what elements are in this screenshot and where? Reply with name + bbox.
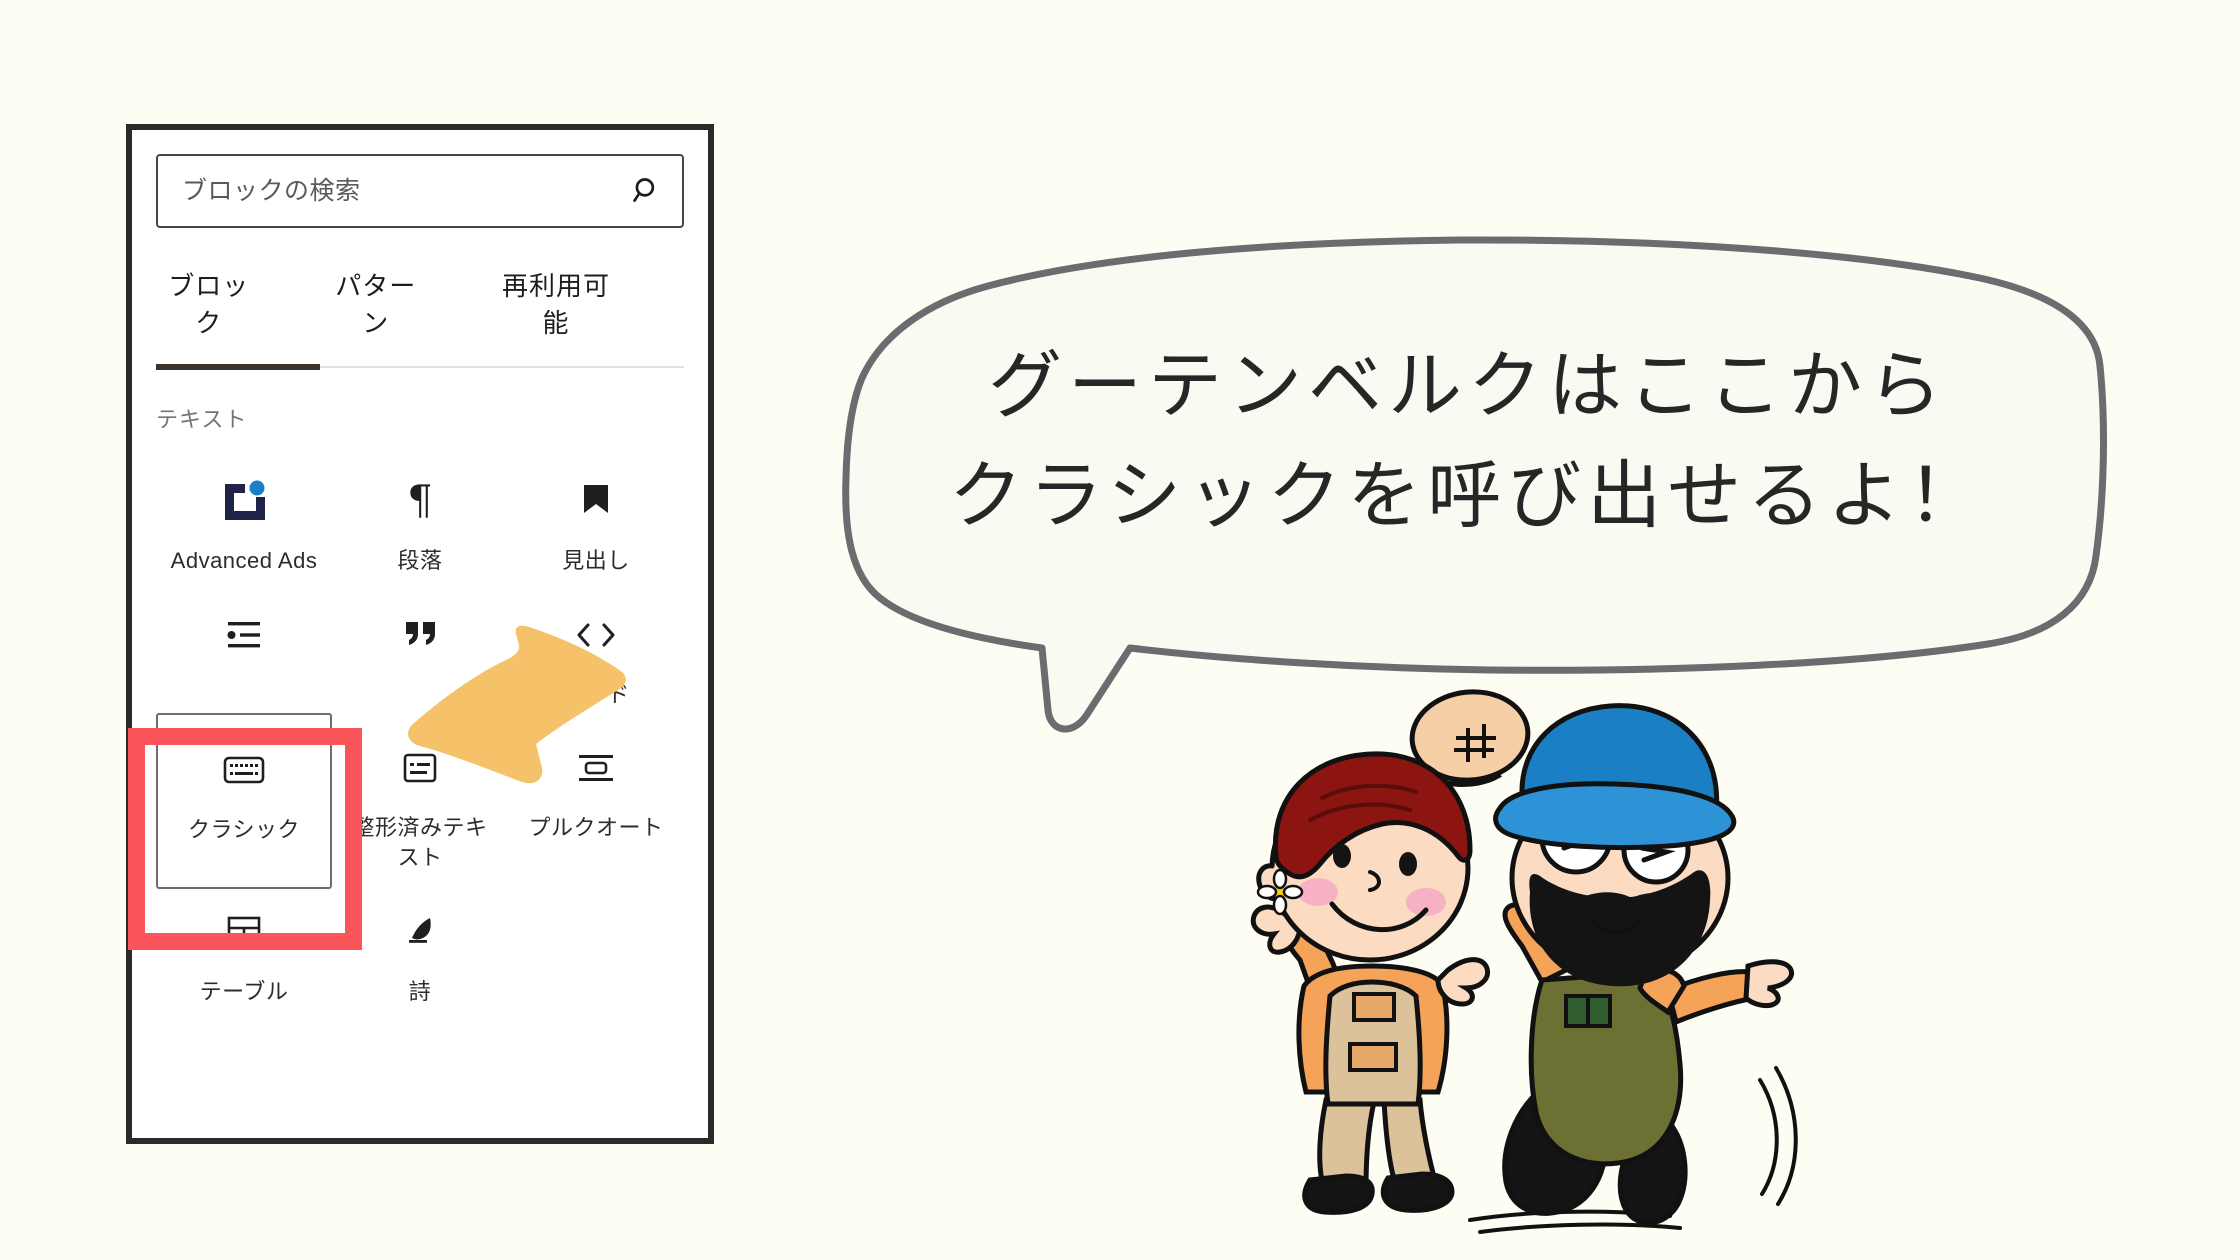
preformatted-icon	[402, 739, 438, 797]
block-item-pullquote[interactable]: プルクオート	[508, 727, 684, 872]
table-icon	[226, 903, 262, 961]
block-label: プルクオート	[528, 815, 664, 841]
block-inserter-panel: ブロック パターン 再利用可能 テキスト	[126, 124, 714, 1144]
inserter-inner: ブロック パターン 再利用可能 テキスト	[132, 154, 708, 1162]
inserter-tabs: ブロック パターン 再利用可能	[156, 260, 684, 366]
search-input[interactable]	[182, 176, 630, 206]
tab-blocks[interactable]: ブロック	[156, 260, 262, 366]
block-label: 段落	[397, 548, 443, 573]
screenshot-root: ブロック パターン 再利用可能 テキスト	[0, 0, 2240, 1260]
pullquote-icon	[576, 739, 616, 797]
category-heading-text: テキスト	[156, 407, 248, 432]
tab-reusable[interactable]: 再利用可能	[490, 260, 622, 366]
tabs-divider	[156, 364, 684, 370]
quote-icon	[400, 606, 440, 664]
girl-character	[1250, 689, 1531, 1215]
verse-leaf-icon	[403, 903, 437, 961]
block-item-paragraph[interactable]: ¶ 段落	[332, 460, 508, 576]
block-item-quote[interactable]: 引用	[332, 594, 508, 710]
svg-text:¶: ¶	[407, 479, 432, 523]
block-item-list[interactable]: リスト	[156, 594, 332, 710]
pilcrow-icon: ¶	[402, 472, 438, 530]
block-item-preformatted[interactable]: 整形済みテキスト	[332, 727, 508, 872]
block-label: 詩	[408, 978, 432, 1004]
block-item-code[interactable]: コード	[508, 594, 684, 710]
tab-patterns[interactable]: パターン	[324, 260, 428, 366]
block-item-advanced-ads[interactable]: Advanced Ads	[156, 460, 332, 576]
speech-bubble-text: グーテンベルクはここから クラシックを呼び出せるよ！	[948, 343, 1988, 539]
block-item-verse[interactable]: 詩	[332, 891, 508, 1007]
block-item-classic[interactable]: クラシック	[156, 713, 332, 889]
code-icon	[575, 606, 617, 664]
block-label: 整形済みテキスト	[352, 815, 488, 871]
search-icon[interactable]	[630, 174, 664, 208]
motion-lines-icon	[1758, 1066, 1798, 1206]
block-item-heading[interactable]: 見出し	[508, 460, 684, 576]
block-item-table[interactable]: テーブル	[156, 891, 332, 1007]
characters-illustration	[1250, 689, 1798, 1234]
block-grid: Advanced Ads ¶ 段落 見出し コード クラシック 整形済みテキスト…	[156, 460, 684, 1006]
heading-bookmark-icon	[579, 472, 613, 530]
man-character	[1493, 703, 1794, 1226]
keyboard-icon	[223, 741, 265, 799]
block-label: Advanced Ads	[170, 548, 318, 573]
active-tab-underline	[156, 364, 320, 370]
block-label: コード	[562, 681, 630, 707]
block-label: テーブル	[199, 978, 289, 1004]
block-label: クラシック	[187, 817, 301, 843]
block-label: 見出し	[562, 548, 630, 573]
search-field-wrapper[interactable]	[156, 154, 684, 228]
list-icon	[223, 606, 265, 664]
advanced-ads-logo-icon	[221, 472, 267, 530]
